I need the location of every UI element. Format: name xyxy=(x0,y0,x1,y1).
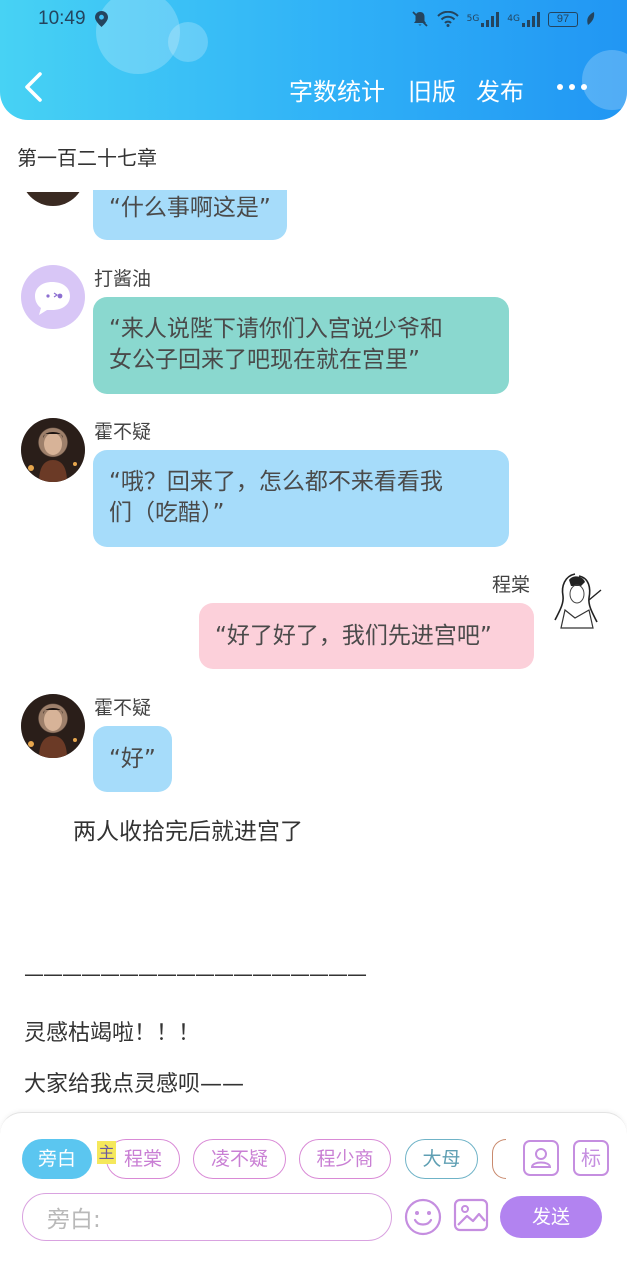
send-button[interactable]: 发送 xyxy=(500,1196,602,1238)
author-note-line: 灵感枯竭啦！！！ xyxy=(24,1021,201,1046)
speaker-name: 霍不疑 xyxy=(94,697,152,719)
chat-bubble-avatar-icon xyxy=(35,282,70,315)
avatar[interactable] xyxy=(21,694,85,758)
battery-icon: 97 xyxy=(548,11,578,27)
speaker-name: 程棠 xyxy=(492,574,531,596)
role-chip[interactable]: 大母 xyxy=(405,1139,478,1179)
tag-button[interactable]: 标 xyxy=(573,1140,609,1176)
more-dots-icon[interactable] xyxy=(557,84,587,90)
chat-bubble: “好了好了，我们先进宫吧” xyxy=(199,603,534,669)
image-icon[interactable] xyxy=(453,1197,489,1233)
chat-bubble: “来人说陛下请你们入宫说少爷和 女公子回来了吧现在就在宫里” xyxy=(93,297,509,394)
role-chip[interactable]: 程少商 xyxy=(299,1139,391,1179)
message-input[interactable] xyxy=(22,1193,392,1241)
status-icons: 5G 4G 97 xyxy=(411,10,595,28)
portrait-icon xyxy=(21,694,85,758)
network-5g-label: 5G xyxy=(466,14,480,24)
chat-bubble: “哦？回来了，怎么都不来看看我 们（吃醋）” xyxy=(93,450,509,547)
network-4g-label: 4G xyxy=(507,14,520,24)
avatar[interactable] xyxy=(545,570,609,634)
location-icon xyxy=(95,11,108,27)
chat-bubble-text: “来人说陛下请你们入宫说少爷和 xyxy=(109,316,443,342)
role-chip-partial[interactable] xyxy=(492,1139,506,1179)
contact-icon[interactable] xyxy=(523,1140,559,1176)
chat-bubble-text: “好” xyxy=(109,746,156,772)
chat-bubble-text: 女公子回来了吧现在就在宫里” xyxy=(109,347,420,373)
toolbar-actions: 字数统计 旧版 发布 xyxy=(0,72,627,107)
role-chip[interactable]: 程棠 xyxy=(106,1139,180,1179)
chat-bubble: “什么事啊这是” xyxy=(93,190,287,240)
divider-line: —————————————————— xyxy=(24,962,367,986)
sketch-portrait-icon xyxy=(554,573,602,629)
role-chip-narrator[interactable]: 旁白 xyxy=(22,1139,92,1179)
chat-bubble-text: 们（吃醋）” xyxy=(109,500,225,526)
signal-icon xyxy=(522,11,540,27)
status-time: 10:49 xyxy=(38,8,86,29)
portrait-icon xyxy=(21,418,85,482)
publish-button[interactable]: 发布 xyxy=(476,72,524,107)
author-note-line: 大家给我点灵感呗—— xyxy=(24,1072,245,1097)
emoji-icon[interactable] xyxy=(404,1198,442,1236)
word-count-button[interactable]: 字数统计 xyxy=(289,72,385,107)
speaker-name: 霍不疑 xyxy=(94,421,152,443)
avatar[interactable] xyxy=(21,418,85,482)
avatar[interactable] xyxy=(21,265,85,329)
role-chip[interactable]: 凌不疑 xyxy=(193,1139,286,1179)
old-version-button[interactable]: 旧版 xyxy=(408,72,456,107)
mute-icon xyxy=(411,11,428,27)
app-header: 10:49 5G 4G 97 字数统计 旧版 发布 xyxy=(0,0,627,120)
status-bar: 10:49 5G 4G 97 xyxy=(0,0,627,40)
wifi-icon xyxy=(436,11,459,27)
main-character-tag: 主 xyxy=(97,1141,116,1164)
chat-bubble: “好” xyxy=(93,726,172,792)
chat-bubble-text: “好了好了，我们先进宫吧” xyxy=(215,623,492,649)
chat-bubble-text: “什么事啊这是” xyxy=(109,195,271,221)
leaf-icon xyxy=(587,12,595,25)
narration-text: 两人收拾完后就进宫了 xyxy=(73,819,303,845)
chat-bubble-text: “哦？回来了，怎么都不来看看我 xyxy=(109,469,443,495)
chapter-title: 第一百二十七章 xyxy=(17,146,157,170)
speaker-name: 打酱油 xyxy=(94,268,152,290)
signal-icon xyxy=(481,11,500,27)
